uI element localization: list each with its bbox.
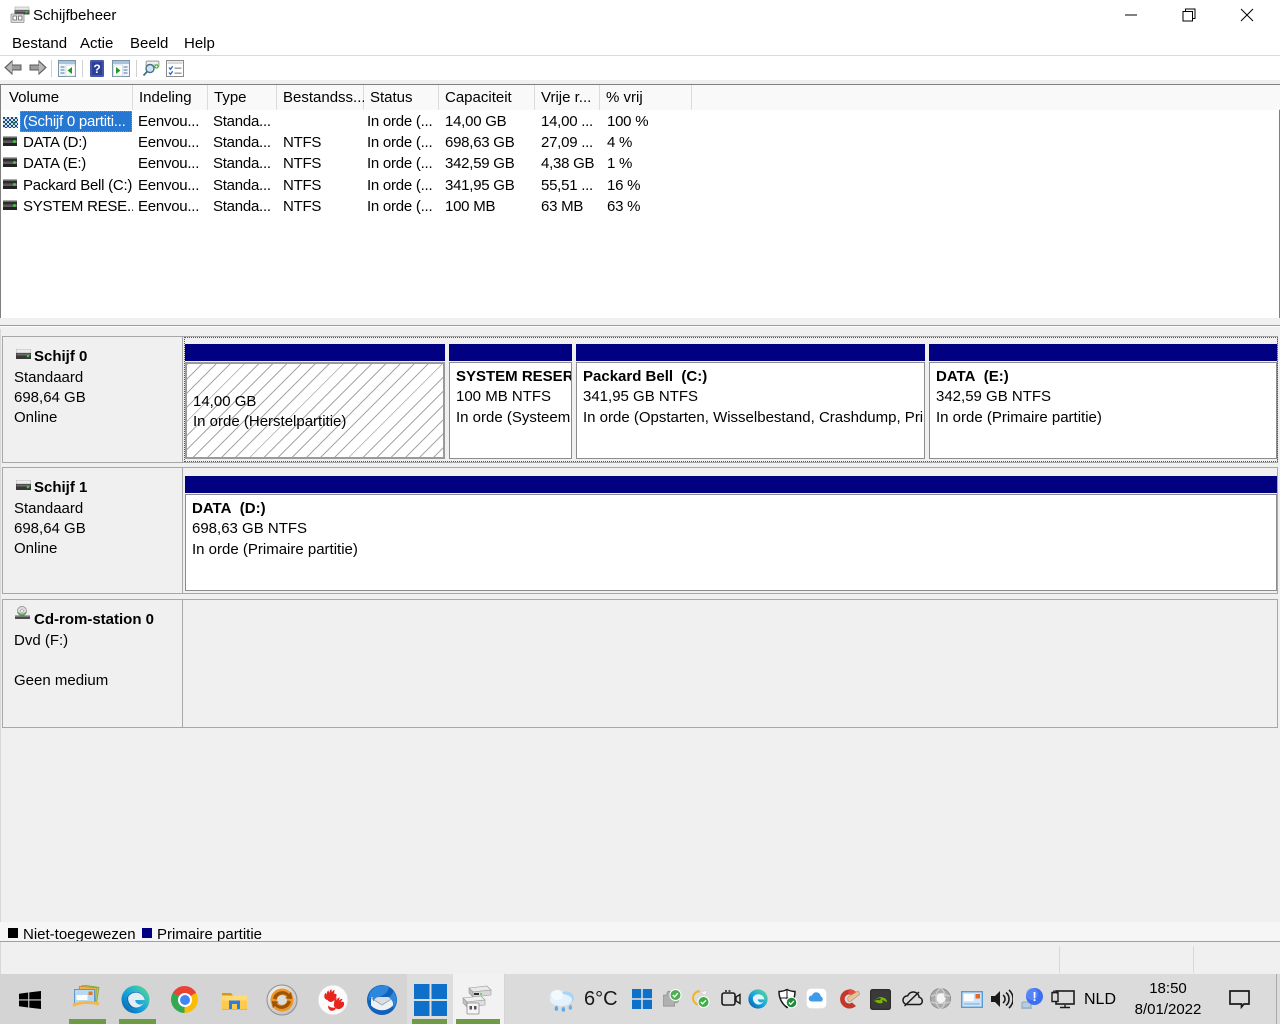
svg-text:?: ? [93,62,100,76]
svg-text:!: ! [1032,989,1036,1004]
